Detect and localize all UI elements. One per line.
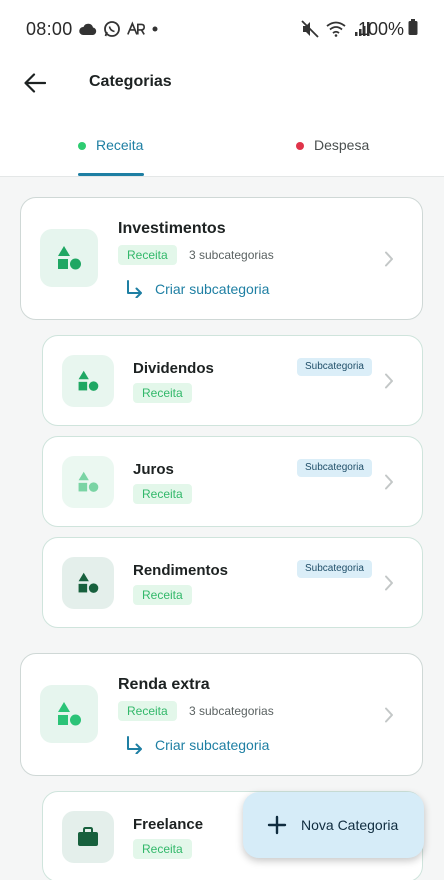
status-left-icons [78, 19, 160, 39]
dot-icon [150, 19, 160, 39]
subcategory-badge: Subcategoria [297, 358, 372, 376]
subcategory-icon-box [62, 456, 114, 508]
tab-label: Despesa [314, 137, 370, 153]
whatsapp-icon [102, 19, 122, 39]
status-time: 08:00 [26, 19, 73, 39]
shapes-icon [58, 246, 81, 270]
category-card-investimentos[interactable]: Investimentos Receita 3 subcategorias Cr… [20, 197, 423, 320]
new-category-label: Nova Categoria [301, 817, 399, 833]
category-name: Investimentos [118, 220, 226, 237]
tab-label: Receita [96, 137, 144, 153]
status-bar: 08:00 100% [0, 0, 444, 60]
subcategory-name: Dividendos [133, 360, 214, 377]
type-tabs: Receita Despesa [0, 124, 444, 177]
chevron-right-icon [382, 705, 396, 725]
type-chip: Receita [118, 245, 177, 265]
battery-icon [408, 19, 418, 40]
chevron-right-icon [382, 573, 396, 593]
income-dot-icon [78, 142, 86, 150]
subcategory-badge: Subcategoria [297, 560, 372, 578]
subcategory-icon-box [62, 355, 114, 407]
subcategory-count: 3 subcategorias [189, 704, 274, 718]
category-name: Renda extra [118, 676, 210, 693]
chevron-right-icon [382, 472, 396, 492]
tab-despesa[interactable]: Despesa [296, 124, 369, 177]
top-area: 08:00 100% Categorias Receita Despesa [0, 0, 444, 177]
subcategory-card-rendimentos[interactable]: Rendimentos Receita Subcategoria [42, 537, 423, 628]
new-category-button[interactable]: Nova Categoria [243, 792, 424, 858]
subcategory-card-dividendos[interactable]: Dividendos Receita Subcategoria [42, 335, 423, 426]
battery-indicator: 100% [358, 19, 418, 40]
back-button[interactable] [20, 68, 50, 98]
subcategory-icon-box [62, 557, 114, 609]
type-chip: Receita [133, 585, 192, 605]
subdirectory-arrow-icon [127, 736, 142, 754]
active-tab-indicator [78, 173, 144, 176]
subcategory-name: Freelance [133, 816, 204, 833]
shapes-icon [58, 702, 81, 726]
type-chip: Receita [133, 839, 192, 859]
category-icon-box [40, 685, 98, 743]
create-subcategory-label: Criar subcategoria [155, 737, 270, 753]
subcategory-name: Juros [133, 461, 174, 478]
create-subcategory-label: Criar subcategoria [155, 281, 270, 297]
subcategory-count: 3 subcategorias [189, 248, 274, 262]
category-icon-box [40, 229, 98, 287]
shapes-icon [78, 370, 99, 391]
shapes-icon [78, 471, 99, 492]
tab-receita[interactable]: Receita [78, 124, 143, 177]
briefcase-icon [78, 827, 98, 846]
shapes-icon [78, 572, 99, 593]
create-subcategory-button[interactable]: Criar subcategoria [125, 280, 269, 298]
type-chip: Receita [118, 701, 177, 721]
plus-icon [267, 815, 287, 835]
create-subcategory-button[interactable]: Criar subcategoria [125, 736, 269, 754]
cloud-icon [78, 19, 98, 39]
subcategory-icon-box [62, 811, 114, 863]
subcategory-card-juros[interactable]: Juros Receita Subcategoria [42, 436, 423, 527]
subcategory-badge: Subcategoria [297, 459, 372, 477]
category-card-renda-extra[interactable]: Renda extra Receita 3 subcategorias Cria… [20, 653, 423, 776]
expense-dot-icon [296, 142, 304, 150]
type-chip: Receita [133, 383, 192, 403]
type-chip: Receita [133, 484, 192, 504]
chevron-right-icon [382, 249, 396, 269]
page-title: Categorias [89, 73, 172, 90]
ar-icon [126, 19, 146, 39]
chevron-right-icon [382, 371, 396, 391]
wifi-icon [326, 19, 346, 39]
arrow-left-icon [24, 73, 46, 93]
app-bar: Categorias [0, 60, 444, 106]
battery-percent: 100% [357, 19, 404, 39]
mute-icon [300, 19, 320, 39]
subdirectory-arrow-icon [127, 280, 142, 298]
subcategory-name: Rendimentos [133, 562, 229, 579]
